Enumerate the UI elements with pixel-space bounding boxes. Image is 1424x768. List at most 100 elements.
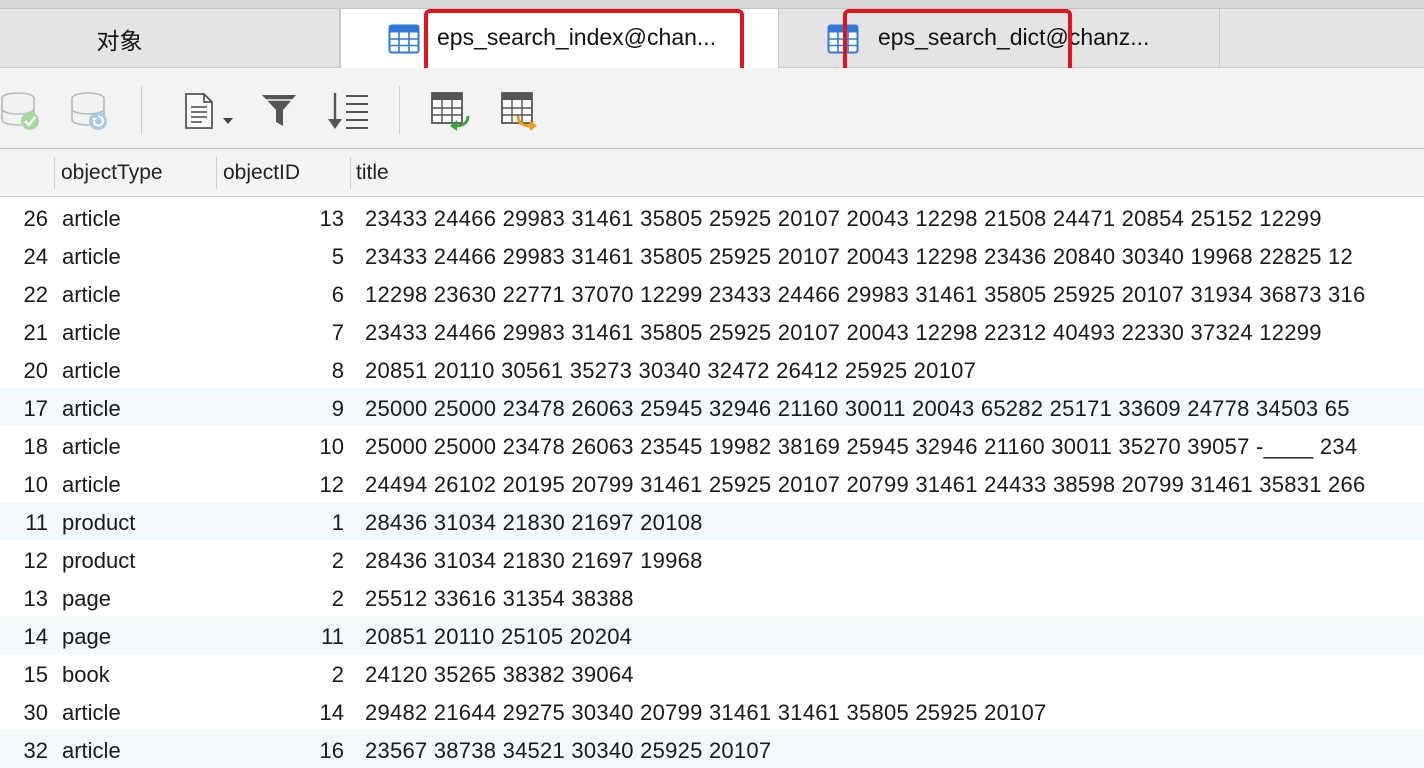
objecttype-cell[interactable]: page [62, 578, 111, 616]
row-id-cell[interactable]: 11 [0, 502, 48, 540]
table-icon [827, 24, 859, 54]
objecttype-cell[interactable]: book [62, 654, 110, 692]
title-cell[interactable]: 28436 31034 21830 21697 19968 [365, 540, 703, 578]
title-cell[interactable]: 28436 31034 21830 21697 20108 [365, 502, 703, 540]
row-id-cell[interactable]: 26 [0, 198, 48, 236]
objecttype-cell[interactable]: article [62, 388, 121, 426]
title-cell[interactable]: 29482 21644 29275 30340 20799 31461 3146… [365, 692, 1047, 730]
title-cell[interactable]: 24494 26102 20195 20799 31461 25925 2010… [365, 464, 1366, 502]
title-cell[interactable]: 20851 20110 25105 20204 [365, 616, 632, 654]
tab-objects[interactable]: 对象 [0, 9, 340, 68]
table-row[interactable]: 12 product 2 28436 31034 21830 21697 199… [0, 540, 1424, 578]
objectid-cell[interactable]: 2 [230, 540, 344, 578]
objecttype-cell[interactable]: page [62, 616, 111, 654]
filter-icon[interactable] [258, 90, 302, 132]
objecttype-cell[interactable]: article [62, 312, 121, 350]
grid-header: objectType objectID title [0, 149, 1424, 197]
objecttype-cell[interactable]: article [62, 692, 121, 730]
import-icon[interactable] [430, 90, 474, 132]
objecttype-cell[interactable]: article [62, 426, 121, 464]
table-row[interactable]: 13 page 2 25512 33616 31354 38388 [0, 578, 1424, 616]
column-divider[interactable] [350, 157, 351, 189]
discard-changes-icon[interactable] [68, 90, 112, 132]
objecttype-cell[interactable]: article [62, 730, 121, 768]
title-cell[interactable]: 23433 24466 29983 31461 35805 25925 2010… [365, 198, 1322, 236]
row-id-cell[interactable]: 18 [0, 426, 48, 464]
table-row[interactable]: 24 article 5 23433 24466 29983 31461 358… [0, 236, 1424, 274]
table-row[interactable]: 26 article 13 23433 24466 29983 31461 35… [0, 198, 1424, 236]
title-cell[interactable]: 12298 23630 22771 37070 12299 23433 2446… [365, 274, 1366, 312]
tab-eps-search-index[interactable]: eps_search_index@chan... [340, 9, 779, 68]
table-row[interactable]: 20 article 8 20851 20110 30561 35273 303… [0, 350, 1424, 388]
objectid-cell[interactable]: 9 [230, 388, 344, 426]
title-cell[interactable]: 25000 25000 23478 26063 23545 19982 3816… [365, 426, 1357, 464]
tab-bar: 对象 eps_search_index@chan... eps_search_d… [0, 0, 1424, 68]
objecttype-cell[interactable]: article [62, 198, 121, 236]
export-icon[interactable] [500, 90, 544, 132]
row-id-cell[interactable]: 24 [0, 236, 48, 274]
title-cell[interactable]: 20851 20110 30561 35273 30340 32472 2641… [365, 350, 976, 388]
row-id-cell[interactable]: 20 [0, 350, 48, 388]
row-id-cell[interactable]: 17 [0, 388, 48, 426]
objectid-cell[interactable]: 5 [230, 236, 344, 274]
title-cell[interactable]: 25512 33616 31354 38388 [365, 578, 634, 616]
table-row[interactable]: 30 article 14 29482 21644 29275 30340 20… [0, 692, 1424, 730]
row-id-cell[interactable]: 12 [0, 540, 48, 578]
objectid-cell[interactable]: 2 [230, 578, 344, 616]
apply-changes-icon[interactable] [0, 90, 44, 132]
title-cell[interactable]: 23433 24466 29983 31461 35805 25925 2010… [365, 312, 1322, 350]
objectid-cell[interactable]: 7 [230, 312, 344, 350]
column-divider[interactable] [54, 157, 55, 189]
objectid-cell[interactable]: 8 [230, 350, 344, 388]
row-id-cell[interactable]: 13 [0, 578, 48, 616]
title-cell[interactable]: 23567 38738 34521 30340 25925 20107 [365, 730, 771, 768]
table-row[interactable]: 15 book 2 24120 35265 38382 39064 [0, 654, 1424, 692]
table-row[interactable]: 18 article 10 25000 25000 23478 26063 23… [0, 426, 1424, 464]
table-row[interactable]: 22 article 6 12298 23630 22771 37070 122… [0, 274, 1424, 312]
row-id-cell[interactable]: 15 [0, 654, 48, 692]
table-row[interactable]: 17 article 9 25000 25000 23478 26063 259… [0, 388, 1424, 426]
column-header-objectid[interactable]: objectID [223, 149, 300, 196]
column-header-title[interactable]: title [356, 149, 389, 196]
toolbar-separator [141, 86, 142, 134]
title-cell[interactable]: 24120 35265 38382 39064 [365, 654, 634, 692]
row-id-cell[interactable]: 21 [0, 312, 48, 350]
objectid-cell[interactable]: 14 [230, 692, 344, 730]
column-header-objecttype[interactable]: objectType [61, 149, 163, 196]
table-row[interactable]: 10 article 12 24494 26102 20195 20799 31… [0, 464, 1424, 502]
tab-eps-search-dict[interactable]: eps_search_dict@chanz... [779, 9, 1220, 68]
objecttype-cell[interactable]: product [62, 540, 135, 578]
objecttype-cell[interactable]: article [62, 236, 121, 274]
tab-dict-label: eps_search_dict@chanz... [878, 24, 1150, 50]
row-id-cell[interactable]: 10 [0, 464, 48, 502]
objectid-cell[interactable]: 11 [230, 616, 344, 654]
row-id-cell[interactable]: 14 [0, 616, 48, 654]
row-id-cell[interactable]: 32 [0, 730, 48, 768]
table-row[interactable]: 32 article 16 23567 38738 34521 30340 25… [0, 730, 1424, 768]
data-grid: 26 article 13 23433 24466 29983 31461 35… [0, 198, 1424, 768]
title-cell[interactable]: 25000 25000 23478 26063 25945 32946 2116… [365, 388, 1350, 426]
table-row[interactable]: 14 page 11 20851 20110 25105 20204 [0, 616, 1424, 654]
table-icon [388, 24, 420, 54]
column-divider[interactable] [216, 157, 217, 189]
text-view-icon[interactable] [182, 90, 238, 132]
objectid-cell[interactable]: 1 [230, 502, 344, 540]
sort-icon[interactable] [326, 90, 370, 132]
objectid-cell[interactable]: 6 [230, 274, 344, 312]
title-cell[interactable]: 23433 24466 29983 31461 35805 25925 2010… [365, 236, 1353, 274]
row-id-cell[interactable]: 22 [0, 274, 48, 312]
objectid-cell[interactable]: 10 [230, 426, 344, 464]
objecttype-cell[interactable]: article [62, 274, 121, 312]
objecttype-cell[interactable]: product [62, 502, 135, 540]
table-row[interactable]: 21 article 7 23433 24466 29983 31461 358… [0, 312, 1424, 350]
column-header-label: title [356, 160, 389, 184]
objectid-cell[interactable]: 13 [230, 198, 344, 236]
objecttype-cell[interactable]: article [62, 464, 121, 502]
column-header-label: objectID [223, 160, 301, 184]
objectid-cell[interactable]: 16 [230, 730, 344, 768]
table-row[interactable]: 11 product 1 28436 31034 21830 21697 201… [0, 502, 1424, 540]
objectid-cell[interactable]: 2 [230, 654, 344, 692]
objectid-cell[interactable]: 12 [230, 464, 344, 502]
objecttype-cell[interactable]: article [62, 350, 121, 388]
row-id-cell[interactable]: 30 [0, 692, 48, 730]
